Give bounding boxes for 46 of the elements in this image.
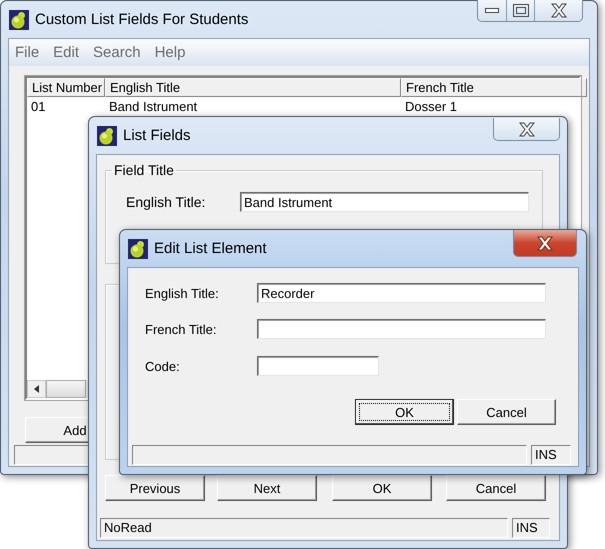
column-header[interactable]: English Title [105, 78, 401, 97]
menu-item[interactable]: File [15, 44, 40, 61]
left-arrow-icon [34, 385, 39, 393]
field-label: English Title: [145, 286, 220, 300]
text-field[interactable]: Band Istrument [240, 192, 529, 212]
action-button[interactable]: Cancel [446, 475, 546, 501]
window-title: Edit List Element [154, 240, 267, 257]
column-header[interactable]: French Title [401, 78, 587, 97]
close-icon [518, 122, 536, 136]
column-header[interactable]: List Number [27, 78, 105, 97]
close-button[interactable] [534, 0, 582, 21]
action-button[interactable]: OK [332, 475, 432, 501]
action-button[interactable]: Cancel [457, 399, 556, 425]
field-label: Code: [145, 358, 181, 374]
maximize-icon [512, 4, 528, 17]
close-icon [550, 3, 568, 18]
window-title: Custom List Fields For Students [35, 11, 248, 28]
scrollbar-thumb[interactable] [46, 380, 86, 398]
action-button[interactable]: Previous [105, 475, 205, 501]
app-icon [9, 10, 29, 30]
status-message: NoRead [100, 518, 508, 538]
field-label: French Title: [145, 322, 218, 336]
maximize-button[interactable] [506, 0, 534, 21]
field-label: English Title: [126, 194, 206, 210]
text-field[interactable] [257, 356, 379, 376]
group-title: Field Title [113, 162, 175, 178]
app-icon [97, 126, 117, 146]
close-button[interactable] [494, 118, 559, 140]
text-field[interactable]: Recorder [257, 283, 546, 303]
status-mode: INS [531, 445, 571, 465]
close-icon [536, 236, 554, 250]
text-field[interactable] [257, 319, 546, 339]
minimize-icon [485, 8, 499, 13]
close-button[interactable] [514, 230, 576, 256]
minimize-button[interactable] [478, 0, 506, 21]
app-icon [128, 238, 148, 258]
table-cell-text: Dosser 1 [404, 99, 458, 114]
menu-item[interactable]: Help [154, 44, 186, 61]
action-button[interactable]: OK [355, 399, 454, 425]
status-mode: INS [512, 518, 550, 538]
menu-item[interactable]: Edit [53, 44, 80, 61]
menu-item[interactable]: Search [93, 44, 141, 61]
table-cell-text: 01 [30, 99, 46, 114]
window-title: List Fields [123, 127, 191, 144]
action-button[interactable]: Next [217, 475, 317, 501]
table-cell-text: Band Istrument [108, 99, 198, 114]
